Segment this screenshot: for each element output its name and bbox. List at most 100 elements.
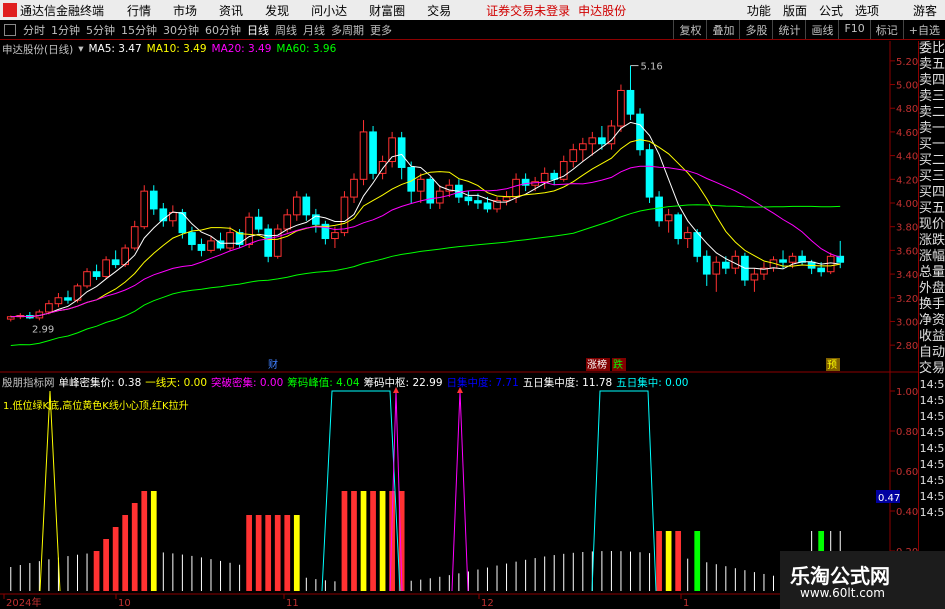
indicator-name[interactable]: 殷朋指标网 [2, 375, 55, 390]
side-item-11[interactable]: 现价 [919, 217, 945, 233]
tab-period-2[interactable]: 5分钟 [86, 22, 115, 38]
tab-period-9[interactable]: 多周期 [331, 22, 364, 38]
side-item-16[interactable]: 换手 [919, 297, 945, 313]
login-warning[interactable]: 证券交易未登录 [486, 2, 570, 19]
ind-value-1: 一线天: 0.00 [145, 376, 208, 389]
ind-bar-14 [141, 491, 148, 591]
ind-label-3: 0.47 [878, 493, 900, 504]
menu-formula[interactable]: 公式 [819, 2, 843, 19]
annotation-die: 跌 [613, 358, 623, 371]
side-item-9[interactable]: 买四 [919, 185, 945, 201]
side-item-22[interactable]: 14:5 [919, 393, 945, 409]
side-item-5[interactable]: 卖一 [919, 121, 945, 137]
side-item-6[interactable]: 买一 [919, 137, 945, 153]
side-item-29[interactable]: 14:5 [919, 505, 945, 521]
side-item-1[interactable]: 卖五 [919, 57, 945, 73]
candle-body-8 [83, 271, 91, 287]
tab-period-4[interactable]: 30分钟 [163, 22, 199, 38]
tab-period-8[interactable]: 月线 [303, 22, 325, 38]
btn-stats[interactable]: 统计 [772, 20, 805, 39]
chart-area[interactable]: 5.20 5.00 4.80 4.60 4.40 4.20 4.00 3.80 3.60 3.40… [0, 41, 918, 609]
user-label[interactable]: 游客 [913, 2, 937, 19]
side-item-28[interactable]: 14:5 [919, 489, 945, 505]
ind-bar-58 [563, 553, 565, 591]
side-item-25[interactable]: 14:5 [919, 441, 945, 457]
menu-options[interactable]: 选项 [855, 2, 879, 19]
ind-bar-73 [706, 562, 708, 591]
ind-bar-60 [582, 551, 584, 591]
indicator-description: 1.低位绿K底,高位黄色K线小心顶,红K拉升 [3, 401, 189, 412]
tab-period-0[interactable]: 分时 [23, 22, 45, 38]
menu-item-ask[interactable]: 问小达 [311, 2, 347, 19]
ind-bar-49 [477, 569, 479, 591]
ind-bar-2 [29, 563, 31, 591]
high-label: 5.16 [640, 62, 662, 73]
ind-bar-12 [122, 515, 129, 591]
btn-overlay[interactable]: 叠加 [706, 20, 739, 39]
menu-item-quotes[interactable]: 行情 [127, 2, 151, 19]
tab-period-5[interactable]: 60分钟 [205, 22, 241, 38]
candle-body-9 [92, 271, 101, 277]
signal-spike-yellow [39, 390, 61, 592]
side-item-4[interactable]: 卖二 [919, 105, 945, 121]
tab-period-1[interactable]: 1分钟 [51, 22, 80, 38]
menu-item-market[interactable]: 市场 [173, 2, 197, 19]
low-label: 2.99 [32, 325, 54, 336]
side-item-20[interactable]: 交易 [919, 361, 945, 377]
collapse-icon[interactable] [4, 23, 16, 36]
tab-period-3[interactable]: 15分钟 [121, 22, 157, 38]
ind-bar-29 [284, 515, 291, 591]
candle-body-69 [664, 214, 673, 222]
btn-f10[interactable]: F10 [838, 20, 869, 39]
side-item-10[interactable]: 买五 [919, 201, 945, 217]
btn-mark[interactable]: 标记 [869, 20, 903, 39]
ind-bar-26 [255, 515, 262, 591]
side-item-24[interactable]: 14:5 [919, 425, 945, 441]
menu-function[interactable]: 功能 [747, 2, 771, 19]
ind-bar-76 [734, 568, 736, 591]
ind-bar-57 [553, 555, 555, 591]
side-item-13[interactable]: 涨幅 [919, 249, 945, 265]
btn-multi[interactable]: 多股 [739, 20, 772, 39]
side-item-21[interactable]: 14:5 [919, 377, 945, 393]
btn-draw[interactable]: 画线 [805, 20, 838, 39]
ind-bar-53 [515, 561, 517, 591]
candle-body-78 [750, 273, 759, 281]
side-item-23[interactable]: 14:5 [919, 409, 945, 425]
side-item-26[interactable]: 14:5 [919, 457, 945, 473]
side-item-19[interactable]: 自动 [919, 345, 945, 361]
menu-item-discover[interactable]: 发现 [265, 2, 289, 19]
candle-body-71 [683, 232, 692, 240]
side-item-3[interactable]: 卖三 [919, 89, 945, 105]
side-item-0[interactable]: 委比 [919, 41, 945, 57]
menu-item-news[interactable]: 资讯 [219, 2, 243, 19]
btn-adjust[interactable]: 复权 [673, 20, 706, 39]
candle-body-53 [512, 178, 520, 198]
x-label-0: 2024年 [6, 596, 41, 609]
candle-body-11 [111, 259, 120, 266]
menu-layout[interactable]: 版面 [783, 2, 807, 19]
side-item-27[interactable]: 14:5 [919, 473, 945, 489]
side-item-2[interactable]: 卖四 [919, 73, 945, 89]
x-label-3: 12 [481, 598, 494, 609]
indicator-header: 殷朋指标网 单峰密集价: 0.38 一线天: 0.00 突破密集: 0.00 筹… [0, 374, 692, 390]
ind-bar-46 [448, 575, 450, 591]
tab-period-10[interactable]: 更多 [370, 22, 392, 38]
ind-bar-20 [200, 557, 202, 591]
ind-bar-39 [379, 491, 386, 591]
side-item-12[interactable]: 涨跌 [919, 233, 945, 249]
side-item-7[interactable]: 买二 [919, 153, 945, 169]
menu-item-wealth[interactable]: 财富圈 [369, 2, 405, 19]
side-item-17[interactable]: 净资 [919, 313, 945, 329]
btn-add-fav[interactable]: +自选 [902, 20, 945, 39]
candle-body-72 [693, 232, 702, 257]
side-item-14[interactable]: 总量 [919, 265, 945, 281]
side-item-18[interactable]: 收益 [919, 329, 945, 345]
tab-period-7[interactable]: 周线 [275, 22, 297, 38]
side-item-15[interactable]: 外盘 [919, 281, 945, 297]
tab-period-6[interactable]: 日线 [247, 22, 269, 38]
x-label-2: 11 [286, 598, 299, 609]
ind-label-4: 0.40 [896, 507, 918, 518]
menu-item-trade[interactable]: 交易 [427, 2, 451, 19]
side-item-8[interactable]: 买三 [919, 169, 945, 185]
